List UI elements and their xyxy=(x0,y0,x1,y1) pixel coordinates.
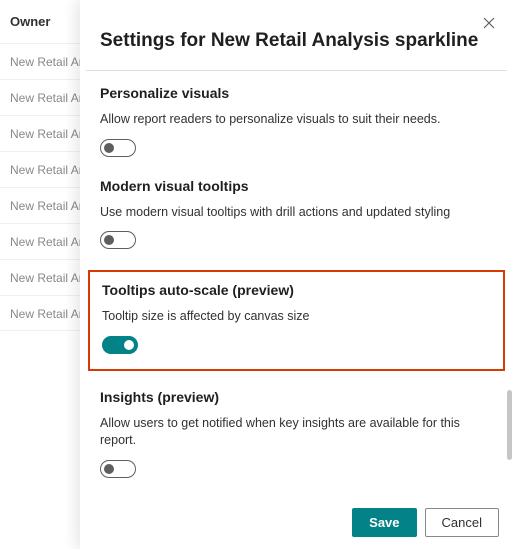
section-description: Allow report readers to personalize visu… xyxy=(100,111,493,129)
column-header-owner[interactable]: Owner xyxy=(0,0,80,43)
table-row[interactable]: New Retail Ana xyxy=(0,79,80,115)
panel-body: Personalize visuals Allow report readers… xyxy=(80,71,513,498)
personalize-visuals-toggle[interactable] xyxy=(100,139,136,157)
section-modern-tooltips: Modern visual tooltips Use modern visual… xyxy=(100,178,493,253)
section-tooltips-autoscale: Tooltips auto-scale (preview) Tooltip si… xyxy=(88,270,505,371)
section-insights: Insights (preview) Allow users to get no… xyxy=(100,389,493,481)
panel-footer: Save Cancel xyxy=(80,498,513,549)
table-row[interactable]: New Retail Ana xyxy=(0,43,80,79)
section-description: Use modern visual tooltips with drill ac… xyxy=(100,204,493,222)
table-row[interactable]: New Retail Ana xyxy=(0,259,80,295)
section-title: Insights (preview) xyxy=(100,389,493,405)
section-title: Personalize visuals xyxy=(100,85,493,101)
section-description: Tooltip size is affected by canvas size xyxy=(102,308,491,326)
table-row[interactable]: New Retail Ana xyxy=(0,187,80,223)
table-row[interactable]: New Retail Ana xyxy=(0,151,80,187)
section-personalize-visuals: Personalize visuals Allow report readers… xyxy=(100,85,493,160)
insights-toggle[interactable] xyxy=(100,460,136,478)
panel-header: Settings for New Retail Analysis sparkli… xyxy=(80,0,513,70)
close-button[interactable] xyxy=(475,10,503,38)
table-row[interactable]: New Retail Ana xyxy=(0,295,80,331)
modern-tooltips-toggle[interactable] xyxy=(100,231,136,249)
settings-panel: Settings for New Retail Analysis sparkli… xyxy=(80,0,513,549)
section-description: Allow users to get notified when key ins… xyxy=(100,415,493,450)
background-owner-column: Owner New Retail Ana New Retail Ana New … xyxy=(0,0,80,549)
save-button[interactable]: Save xyxy=(352,508,416,537)
scrollbar-thumb[interactable] xyxy=(507,390,512,460)
close-icon xyxy=(483,16,495,32)
cancel-button[interactable]: Cancel xyxy=(425,508,499,537)
table-row[interactable]: New Retail Ana xyxy=(0,115,80,151)
tooltips-autoscale-toggle[interactable] xyxy=(102,336,138,354)
table-row[interactable]: New Retail Ana xyxy=(0,223,80,259)
panel-title: Settings for New Retail Analysis sparkli… xyxy=(100,30,493,52)
section-title: Modern visual tooltips xyxy=(100,178,493,194)
section-title: Tooltips auto-scale (preview) xyxy=(102,282,491,298)
